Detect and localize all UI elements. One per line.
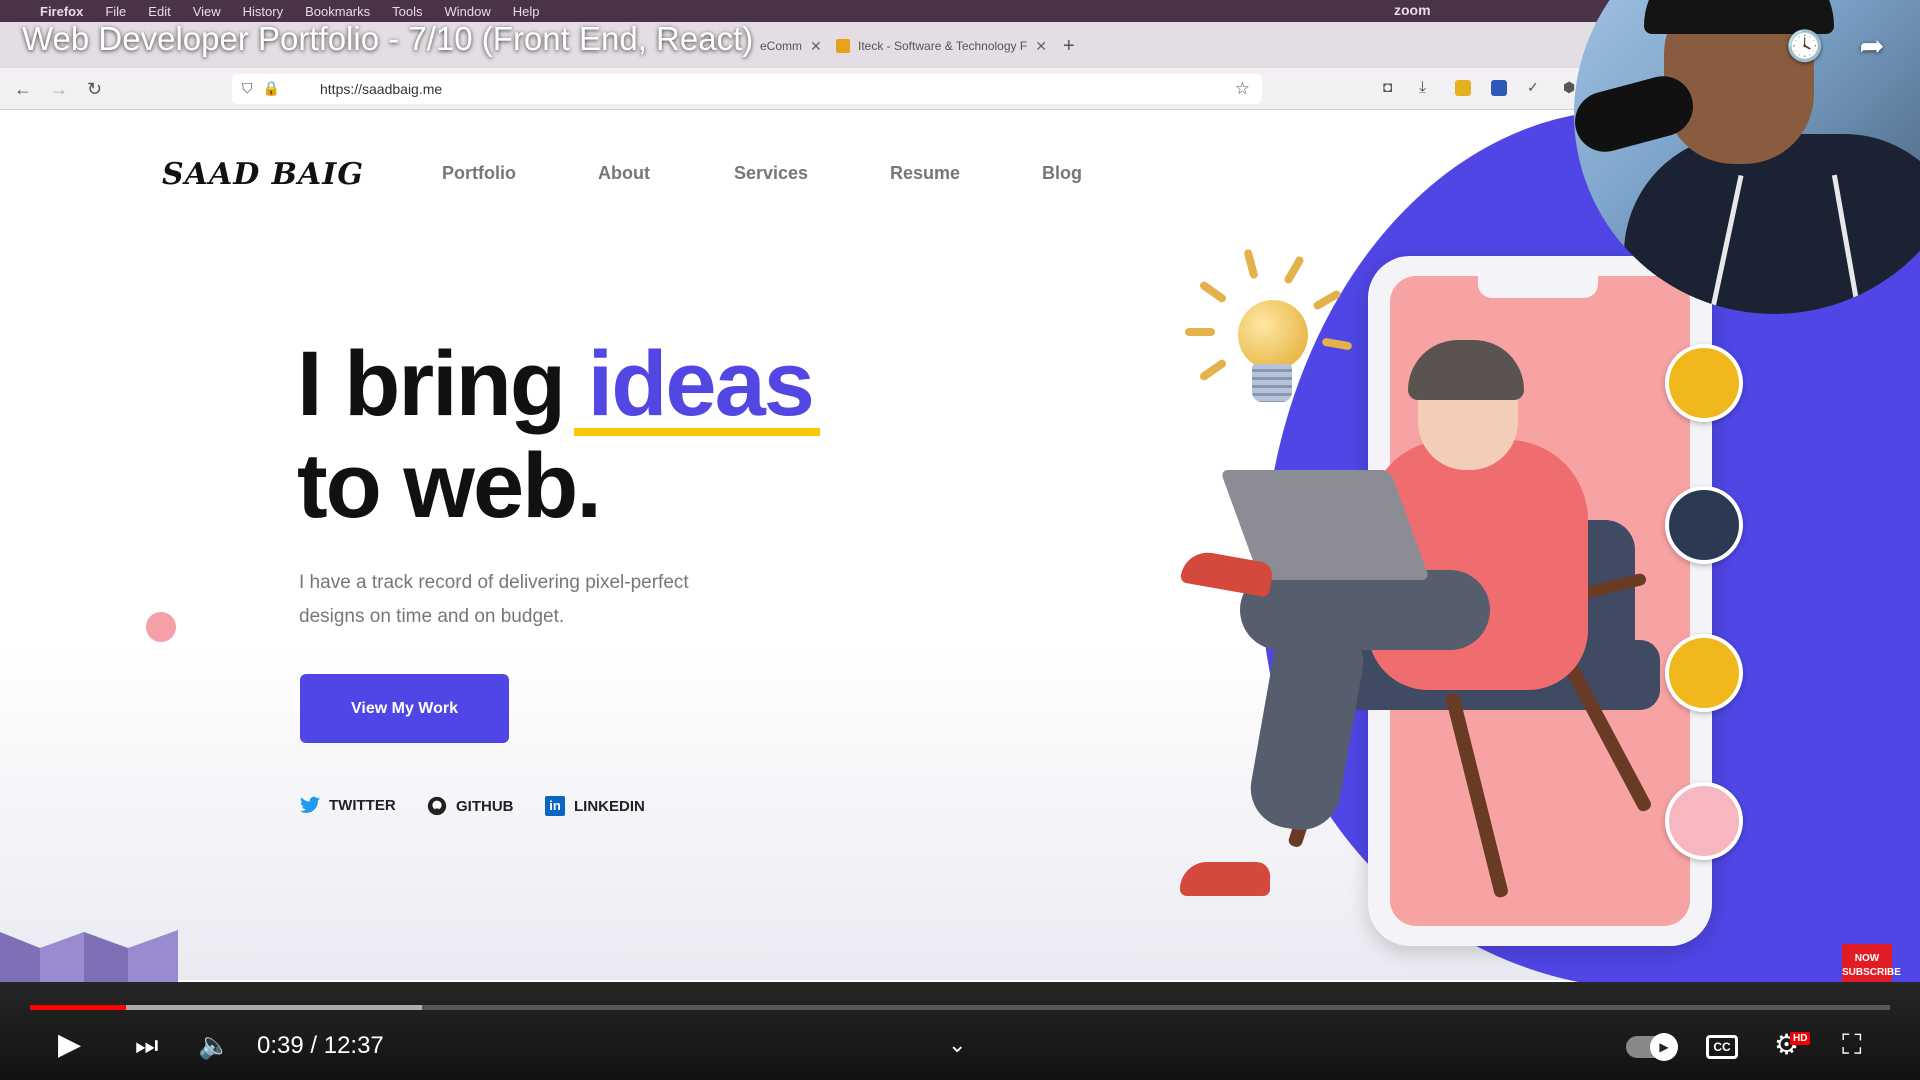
volume-icon[interactable]: 🔈 xyxy=(198,1028,230,1062)
watch-later-icon[interactable]: 🕓 xyxy=(1785,26,1825,66)
time-display: 0:39 / 12:37 xyxy=(257,1032,384,1059)
linkedin-icon: in xyxy=(545,796,565,816)
github-icon xyxy=(427,796,447,816)
played-bar xyxy=(30,1005,126,1010)
microphone xyxy=(1574,69,1700,159)
hero-headline-line1: I bring ideas xyxy=(297,332,815,437)
hero-headline-line2: to web. xyxy=(297,435,602,537)
tab-label: Iteck - Software & Technology F xyxy=(858,39,1028,53)
menu-bookmarks[interactable]: Bookmarks xyxy=(305,4,370,19)
next-icon[interactable]: ⏭ xyxy=(135,1028,158,1062)
phone-notch xyxy=(1478,276,1598,298)
avatar xyxy=(1665,782,1743,860)
reload-icon[interactable]: ↻ xyxy=(87,79,102,100)
nav-services[interactable]: Services xyxy=(734,163,808,184)
social-linkedin[interactable]: in LINKEDIN xyxy=(545,796,645,816)
hd-badge: HD xyxy=(1790,1032,1811,1045)
chevron-down-icon[interactable]: ⌄ xyxy=(948,1028,966,1062)
new-tab-icon[interactable]: + xyxy=(1063,32,1075,60)
lightbulb-icon xyxy=(1238,300,1308,370)
tab-label: eComm xyxy=(760,39,803,53)
presenter-hoodie xyxy=(1624,134,1920,314)
download-icon[interactable]: ⤓ xyxy=(1419,79,1426,97)
share-icon[interactable]: ➦ xyxy=(1852,26,1892,66)
person-legs xyxy=(1240,570,1490,650)
menu-tools[interactable]: Tools xyxy=(392,4,422,19)
decorative-dot xyxy=(146,612,176,642)
lightbulb-base xyxy=(1252,364,1292,402)
hero-plain-text: I bring xyxy=(297,333,588,435)
social-label: GITHUB xyxy=(456,797,514,815)
social-label: TWITTER xyxy=(329,796,396,814)
menu-help[interactable]: Help xyxy=(513,4,540,19)
forward-icon[interactable]: → xyxy=(50,79,68,100)
video-frame[interactable]: Firefox File Edit View History Bookmarks… xyxy=(0,0,1920,1080)
address-bar[interactable]: ⛉🔒 https://saadbaig.me ☆ xyxy=(232,74,1262,104)
nav-portfolio[interactable]: Portfolio xyxy=(442,163,516,184)
extension-icon[interactable]: ✓ xyxy=(1527,79,1539,96)
extension-icon[interactable] xyxy=(1455,80,1471,96)
social-label: LINKEDIN xyxy=(574,797,645,815)
avatar xyxy=(1665,634,1743,712)
avatar xyxy=(1665,486,1743,564)
light-ray xyxy=(1185,328,1215,336)
hero-description: I have a track record of delivering pixe… xyxy=(299,572,689,627)
play-icon[interactable]: ▶ xyxy=(58,1028,81,1062)
nav-blog[interactable]: Blog xyxy=(1042,163,1082,184)
tab-iteck[interactable]: Iteck - Software & Technology F ✕ xyxy=(836,32,1047,60)
url-text: https://saadbaig.me xyxy=(320,81,443,97)
menu-file[interactable]: File xyxy=(105,4,126,19)
close-icon[interactable]: ✕ xyxy=(810,38,822,55)
autoplay-play-icon: ▶ xyxy=(1650,1033,1678,1061)
shield-icon[interactable]: ⛉🔒 xyxy=(242,80,290,97)
social-github[interactable]: GITHUB xyxy=(427,796,514,816)
person-shoe xyxy=(1180,862,1270,896)
captions-icon[interactable]: CC xyxy=(1706,1035,1738,1059)
twitter-icon xyxy=(300,796,320,813)
back-icon[interactable]: ← xyxy=(14,79,32,100)
hero-accent-word: ideas xyxy=(587,333,815,435)
avatar xyxy=(1665,344,1743,422)
social-twitter[interactable]: TWITTER xyxy=(300,796,396,814)
view-my-work-button[interactable]: View My Work xyxy=(300,674,509,743)
menu-firefox[interactable]: Firefox xyxy=(40,4,83,19)
bookmark-star-icon[interactable]: ☆ xyxy=(1235,79,1250,99)
menu-edit[interactable]: Edit xyxy=(148,4,170,19)
extension-icon[interactable] xyxy=(1491,80,1507,96)
favicon-icon xyxy=(836,39,850,53)
tab-ecomm[interactable]: eComm ✕ xyxy=(760,32,822,60)
menu-view[interactable]: View xyxy=(193,4,221,19)
close-icon[interactable]: ✕ xyxy=(1035,38,1047,55)
cubes-decoration xyxy=(0,930,178,990)
nav-resume[interactable]: Resume xyxy=(890,163,960,184)
extension-icon[interactable]: ⬢ xyxy=(1563,79,1575,96)
site-logo[interactable]: SAAD BAIG xyxy=(162,157,364,192)
pocket-icon[interactable]: ◘ xyxy=(1383,79,1392,96)
nav-about[interactable]: About xyxy=(598,163,650,184)
menu-window[interactable]: Window xyxy=(445,4,491,19)
video-title[interactable]: Web Developer Portfolio - 7/10 (Front En… xyxy=(22,20,753,58)
exit-fullscreen-icon[interactable]: ⛶ xyxy=(1842,1028,1862,1062)
menu-history[interactable]: History xyxy=(243,4,283,19)
zoom-status[interactable]: zoom xyxy=(1394,2,1431,18)
